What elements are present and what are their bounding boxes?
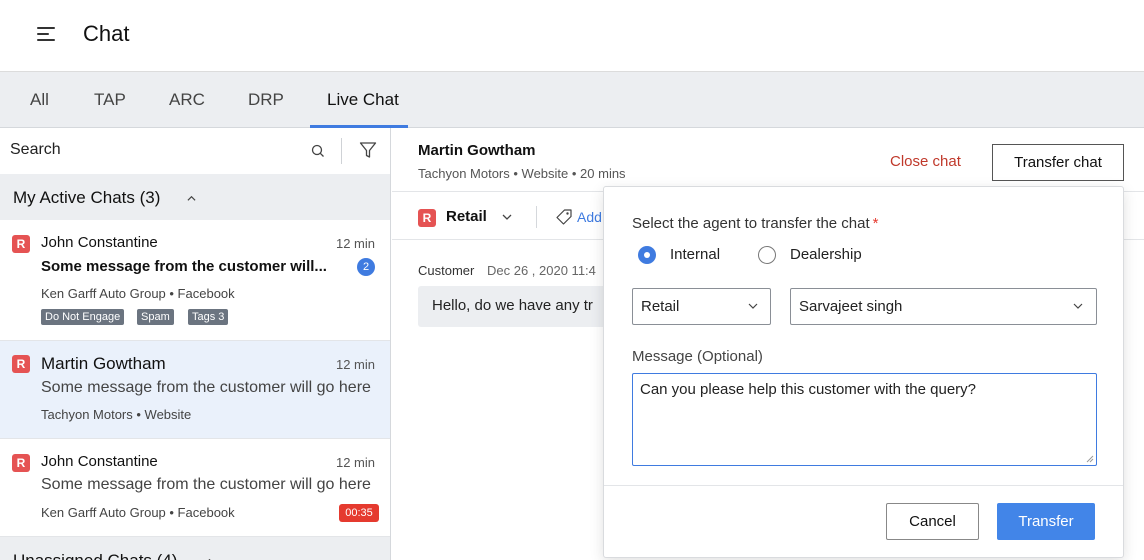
chevron-up-icon[interactable] bbox=[187, 194, 196, 203]
department-select-value: Retail bbox=[641, 298, 680, 315]
chat-list-item[interactable]: R John Constantine 12 min Some message f… bbox=[0, 220, 390, 341]
chat-source: Ken Garff Auto Group • Facebook bbox=[41, 286, 235, 301]
tag-spam: Spam bbox=[137, 309, 174, 325]
message-sender: Customer bbox=[418, 263, 475, 278]
chat-preview: Some message from the customer will go h… bbox=[41, 379, 371, 396]
radio-dealership[interactable] bbox=[758, 246, 776, 264]
radio-dealership-label[interactable]: Dealership bbox=[790, 246, 862, 263]
transfer-message-field[interactable]: Can you please help this customer with t… bbox=[632, 373, 1097, 466]
chat-contact-name: John Constantine bbox=[41, 234, 158, 251]
cancel-button[interactable]: Cancel bbox=[886, 503, 979, 540]
conversation-header: Martin Gowtham Tachyon Motors • Website … bbox=[392, 128, 1144, 192]
tab-live-chat[interactable]: Live Chat bbox=[327, 90, 399, 110]
agent-select-value: Sarvajeet singh bbox=[799, 298, 903, 315]
required-marker: * bbox=[872, 215, 879, 232]
transfer-prompt: Select the agent to transfer the chat * bbox=[632, 215, 879, 232]
chevron-down-icon[interactable] bbox=[502, 214, 512, 221]
retail-badge: R bbox=[12, 454, 30, 472]
chat-list-panel: My Active Chats (3) R John Constantine 1… bbox=[0, 128, 391, 560]
agent-select[interactable]: Sarvajeet singh bbox=[790, 288, 1097, 325]
chat-list-item[interactable]: R John Constantine 12 min Some message f… bbox=[0, 439, 390, 537]
search-bar bbox=[0, 128, 390, 174]
chevron-down-icon bbox=[748, 303, 758, 309]
divider bbox=[604, 485, 1123, 486]
chat-contact-name: John Constantine bbox=[41, 453, 158, 470]
message-field-label: Message (Optional) bbox=[632, 348, 763, 365]
app-header: Chat bbox=[0, 0, 1144, 72]
filter-icon[interactable] bbox=[358, 140, 378, 160]
chat-preview: Some message from the customer will... bbox=[41, 258, 327, 275]
chevron-down-icon bbox=[1073, 303, 1083, 309]
active-chats-title: My Active Chats (3) bbox=[13, 188, 161, 207]
conversation-contact-name: Martin Gowtham bbox=[418, 142, 536, 159]
active-chats-header[interactable]: My Active Chats (3) bbox=[0, 174, 390, 220]
tag-do-not-engage: Do Not Engage bbox=[41, 309, 125, 325]
transfer-prompt-text: Select the agent to transfer the chat bbox=[632, 215, 870, 232]
unread-count-badge: 2 bbox=[357, 258, 375, 276]
department-dropdown[interactable]: Retail bbox=[446, 208, 487, 225]
close-chat-button[interactable]: Close chat bbox=[890, 153, 961, 170]
hamburger-menu-icon[interactable] bbox=[37, 26, 55, 42]
retail-badge: R bbox=[12, 355, 30, 373]
chat-source: Tachyon Motors • Website bbox=[41, 407, 192, 422]
tag-more: Tags 3 bbox=[188, 309, 229, 325]
chat-preview: Some message from the customer will go h… bbox=[41, 476, 371, 493]
wait-timer-badge: 00:35 bbox=[339, 504, 379, 522]
resize-handle-icon[interactable] bbox=[1086, 455, 1094, 463]
retail-badge: R bbox=[418, 209, 436, 227]
chat-source: Ken Garff Auto Group • Facebook bbox=[41, 505, 235, 520]
chat-time: 12 min bbox=[335, 357, 375, 372]
conversation-meta: Tachyon Motors • Website • 20 mins bbox=[418, 166, 626, 181]
chat-tags: Do Not Engage Spam Tags 3 bbox=[41, 309, 341, 325]
chat-contact-name: Martin Gowtham bbox=[41, 354, 166, 373]
chat-time: 12 min bbox=[335, 236, 375, 251]
unassigned-chats-title: Unassigned Chats (4) bbox=[13, 551, 177, 560]
tab-tap[interactable]: TAP bbox=[94, 90, 126, 110]
message-timestamp: Dec 26 , 2020 11:4 bbox=[487, 263, 596, 278]
transfer-submit-button[interactable]: Transfer bbox=[997, 503, 1095, 540]
unassigned-chats-header[interactable]: Unassigned Chats (4) bbox=[0, 537, 390, 560]
message-text: Hello, do we have any tr bbox=[432, 297, 593, 314]
retail-badge: R bbox=[12, 235, 30, 253]
divider bbox=[341, 138, 342, 164]
search-input[interactable] bbox=[10, 141, 300, 159]
chat-time: 12 min bbox=[335, 455, 375, 470]
tab-bar: All TAP ARC DRP Live Chat bbox=[0, 72, 1144, 128]
page-title: Chat bbox=[83, 21, 130, 46]
add-tag-link[interactable]: Add bbox=[577, 209, 602, 225]
tag-icon[interactable] bbox=[555, 208, 573, 226]
tab-drp[interactable]: DRP bbox=[248, 90, 284, 110]
tab-all[interactable]: All bbox=[30, 90, 49, 110]
transfer-chat-button[interactable]: Transfer chat bbox=[992, 144, 1124, 181]
radio-internal[interactable] bbox=[638, 246, 656, 264]
chat-list-item-selected[interactable]: R Martin Gowtham 12 min Some message fro… bbox=[0, 341, 390, 439]
radio-internal-label[interactable]: Internal bbox=[670, 246, 720, 263]
divider bbox=[536, 206, 537, 228]
transfer-chat-popover: Select the agent to transfer the chat * I… bbox=[603, 186, 1124, 558]
tab-arc[interactable]: ARC bbox=[169, 90, 205, 110]
department-select[interactable]: Retail bbox=[632, 288, 771, 325]
search-icon[interactable] bbox=[310, 143, 326, 159]
message-bubble: Hello, do we have any tr bbox=[418, 286, 618, 327]
